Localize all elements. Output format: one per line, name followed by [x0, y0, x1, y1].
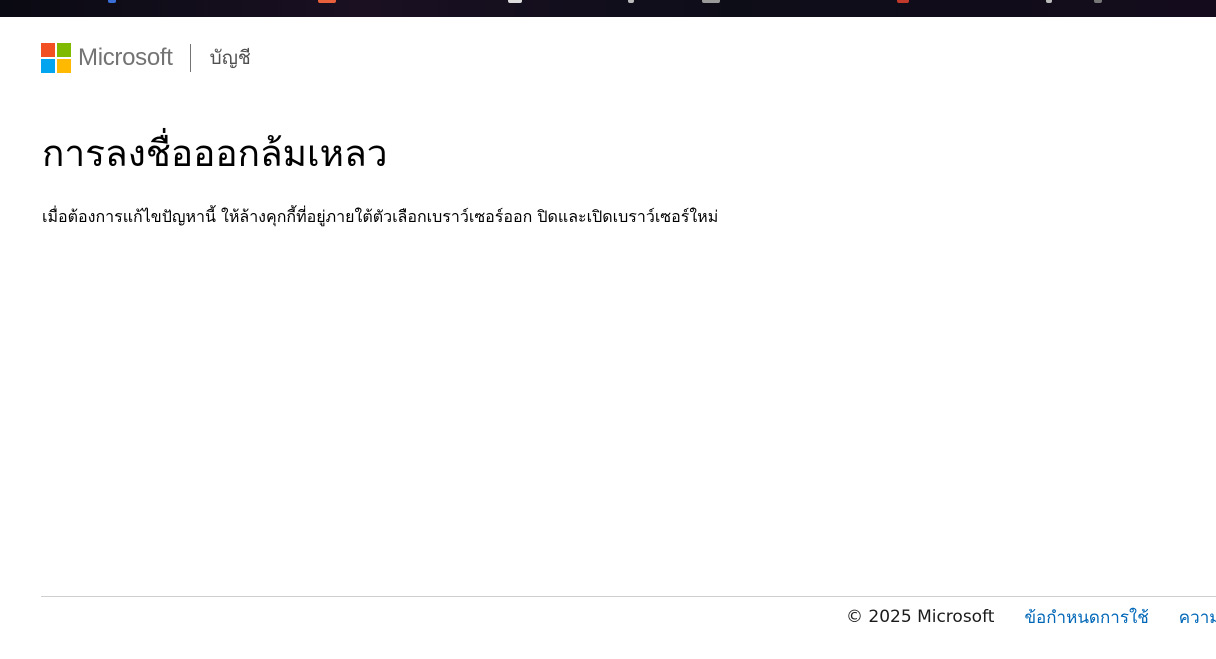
footer-link-terms[interactable]: ข้อกำหนดการใช้	[1024, 604, 1148, 631]
error-message: เมื่อต้องการแก้ไขปัญหานี้ ให้ล้างคุกกี้ท…	[42, 207, 719, 226]
copyright-text: © 2025 Microsoft	[846, 607, 995, 627]
logo-square-red	[41, 43, 55, 57]
logo-square-blue	[41, 59, 55, 73]
logo-square-yellow	[57, 59, 71, 73]
footer-link-privacy[interactable]: ความเป็นส่วนตัวและคุกกี้	[1179, 604, 1216, 631]
microsoft-logo-icon	[41, 43, 71, 73]
section-name: บัญชี	[209, 47, 251, 69]
browser-top-strip	[0, 0, 1216, 17]
page-header: Microsoft บัญชี	[41, 42, 251, 74]
brand-name: Microsoft	[78, 44, 173, 71]
page-footer: © 2025 Microsoft ข้อกำหนดการใช้ ความเป็น…	[846, 602, 1216, 632]
footer-divider	[41, 596, 1216, 597]
logo-square-green	[57, 43, 71, 57]
header-divider	[189, 44, 191, 72]
page-title: การลงชื่อออกล้มเหลว	[42, 132, 388, 175]
